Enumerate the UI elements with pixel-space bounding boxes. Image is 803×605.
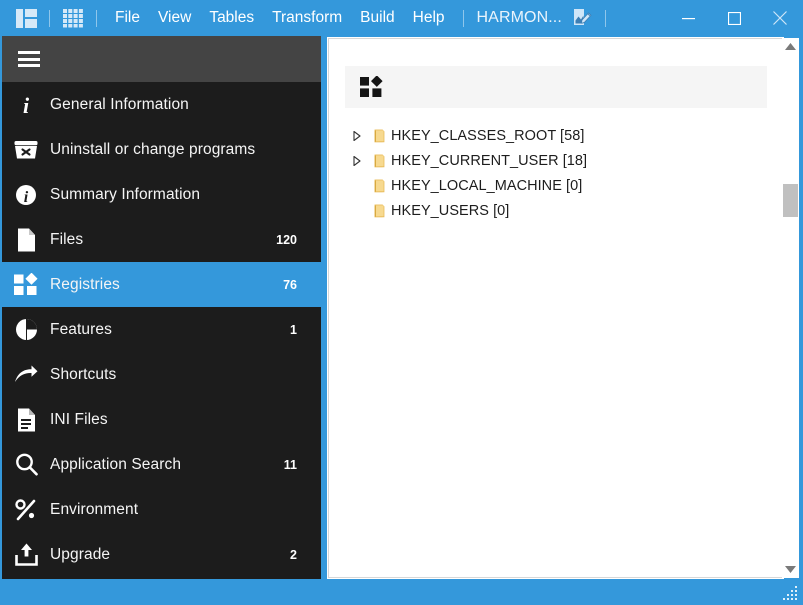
minimize-button[interactable]	[665, 0, 711, 36]
close-button[interactable]	[757, 0, 803, 36]
menu-file[interactable]: File	[106, 6, 149, 30]
sidebar-item-upgrade[interactable]: Upgrade 2	[2, 532, 321, 577]
titlebar-separator-2	[96, 9, 97, 27]
registries-blocks-icon	[2, 273, 50, 296]
sidebar-item-count: 120	[276, 232, 297, 247]
titlebar-separator-3	[462, 9, 464, 27]
svg-text:i: i	[23, 94, 30, 116]
scroll-up-icon[interactable]	[782, 38, 799, 55]
sidebar-item-label: Upgrade	[50, 545, 111, 563]
menu-build[interactable]: Build	[351, 6, 403, 30]
sidebar-item-general-information[interactable]: i General Information	[2, 82, 321, 127]
folder-icon	[369, 203, 391, 219]
title-bar: File View Tables Transform Build Help HA…	[0, 0, 803, 36]
sidebar-item-count: 2	[290, 547, 297, 562]
grid-icon[interactable]	[59, 4, 87, 32]
file-page-icon	[2, 228, 50, 252]
sidebar-item-ini-files[interactable]: INI Files	[2, 397, 321, 442]
registries-blocks-icon[interactable]	[354, 70, 388, 104]
sidebar-item-count: 76	[283, 277, 297, 292]
sidebar-item-label: Shortcuts	[50, 365, 117, 383]
panel-toolbar	[345, 66, 767, 108]
status-bar	[2, 579, 801, 603]
sidebar-item-environment[interactable]: Environment	[2, 487, 321, 532]
sidebar-menu-toggle[interactable]	[2, 36, 321, 82]
resize-grip-icon[interactable]	[783, 586, 797, 600]
hamburger-icon	[18, 51, 40, 67]
tree-item-label: HKEY_CLASSES_ROOT [58]	[391, 127, 585, 144]
svg-text:i: i	[24, 189, 29, 206]
sidebar-item-label: Features	[50, 320, 112, 338]
menu-tables[interactable]: Tables	[200, 6, 263, 30]
sidebar-item-application-search[interactable]: Application Search 11	[2, 442, 321, 487]
titlebar-separator-1	[49, 9, 50, 27]
menu-view[interactable]: View	[149, 6, 200, 30]
folder-icon	[369, 153, 391, 169]
sidebar-item-uninstall-or-change-programs[interactable]: Uninstall or change programs	[2, 127, 321, 172]
arrow-shortcut-icon	[2, 365, 50, 385]
sidebar-item-registries[interactable]: Registries 76	[2, 262, 321, 307]
sidebar-item-label: Summary Information	[50, 185, 201, 203]
edit-document-icon[interactable]	[568, 4, 596, 32]
sidebar-item-label: Application Search	[50, 455, 182, 473]
window-controls	[665, 0, 803, 36]
sidebar-item-shortcuts[interactable]: Shortcuts	[2, 352, 321, 397]
upload-icon	[2, 543, 50, 566]
info-circle-icon: i	[2, 184, 50, 206]
sidebar-item-count: 1	[290, 322, 297, 337]
chevron-right-icon[interactable]	[345, 155, 369, 166]
registry-tree: HKEY_CLASSES_ROOT [58] HKEY_CURRENT_USER…	[345, 123, 775, 223]
search-icon	[2, 453, 50, 476]
tree-row[interactable]: HKEY_USERS [0]	[345, 198, 775, 223]
info-italic-icon: i	[2, 94, 50, 116]
document-title: HARMON...	[476, 9, 562, 26]
maximize-button[interactable]	[711, 0, 757, 36]
sidebar-item-count: 11	[283, 457, 297, 472]
registries-panel: HKEY_CLASSES_ROOT [58] HKEY_CURRENT_USER…	[328, 38, 783, 578]
titlebar-separator-4	[604, 9, 606, 27]
tree-item-label: HKEY_LOCAL_MACHINE [0]	[391, 177, 583, 194]
percent-icon	[2, 498, 50, 521]
scroll-down-icon[interactable]	[782, 561, 799, 578]
sidebar-item-label: INI Files	[50, 410, 108, 428]
folder-icon	[369, 128, 391, 144]
vertical-scrollbar[interactable]	[782, 38, 799, 578]
menu-transform[interactable]: Transform	[263, 6, 351, 30]
folder-icon	[369, 178, 391, 194]
tree-item-label: HKEY_CURRENT_USER [18]	[391, 152, 588, 169]
tree-row[interactable]: HKEY_CLASSES_ROOT [58]	[345, 123, 775, 148]
scrollbar-thumb[interactable]	[783, 184, 798, 217]
sidebar-item-files[interactable]: Files 120	[2, 217, 321, 262]
dashboard-layout-icon[interactable]	[12, 4, 40, 32]
menu-help[interactable]: Help	[404, 6, 454, 30]
pie-chart-icon	[2, 318, 50, 341]
uninstall-box-icon	[2, 140, 50, 160]
tree-item-label: HKEY_USERS [0]	[391, 202, 510, 219]
sidebar: i General Information Uninstall or chang…	[2, 36, 321, 603]
sidebar-item-label: Environment	[50, 500, 139, 518]
tree-row[interactable]: HKEY_CURRENT_USER [18]	[345, 148, 775, 173]
tree-row[interactable]: HKEY_LOCAL_MACHINE [0]	[345, 173, 775, 198]
ini-document-icon	[2, 408, 50, 432]
chevron-right-icon[interactable]	[345, 130, 369, 141]
sidebar-item-label: Registries	[50, 275, 120, 293]
sidebar-item-label: General Information	[50, 95, 189, 113]
sidebar-item-label: Files	[50, 230, 84, 248]
sidebar-item-summary-information[interactable]: i Summary Information	[2, 172, 321, 217]
sidebar-item-features[interactable]: Features 1	[2, 307, 321, 352]
application-window: File View Tables Transform Build Help HA…	[0, 0, 803, 605]
sidebar-item-label: Uninstall or change programs	[50, 140, 256, 158]
